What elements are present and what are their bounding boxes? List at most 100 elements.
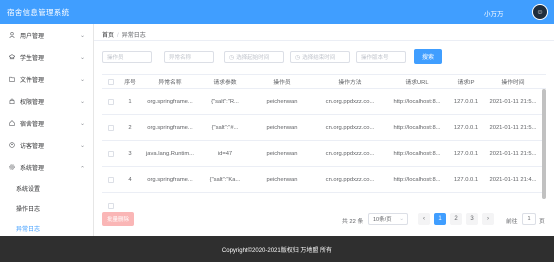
- col-header-params: 请求参数: [213, 80, 237, 86]
- sidebar-item-permissions[interactable]: 权限管理 ⌄: [0, 90, 94, 112]
- sidebar: 用户管理 ⌄ 学生管理 ⌄ 文件管理 ⌄ 权限管理 ⌄ 宿舍管理 ⌄ 访客管理 …: [0, 24, 94, 236]
- sidebar-item-label: 权限管理: [20, 99, 45, 106]
- student-icon: [9, 54, 15, 60]
- page-number: 3: [470, 216, 474, 222]
- top-header: 宿舍信息管理系统 小万万 ☺: [0, 0, 554, 24]
- col-header-exception-name: 异常名称: [158, 80, 182, 86]
- version-placeholder: 操作版本号: [361, 55, 389, 61]
- table-row[interactable]: 2 org.springframe... {"salt":"#... peich…: [102, 115, 546, 141]
- chevron-down-icon: ⌄: [80, 76, 86, 83]
- next-page-button[interactable]: ›: [482, 213, 494, 225]
- prev-page-button[interactable]: ‹: [418, 213, 430, 225]
- cell-ip: 127.0.0.1: [453, 150, 479, 157]
- table-row-partial[interactable]: [102, 193, 546, 219]
- table-row[interactable]: 4 org.springframe... {"salt":"Ka... peic…: [102, 167, 546, 193]
- cell-params: id=47: [217, 150, 233, 157]
- cell-exception-name: java.lang.Runtim...: [145, 150, 194, 157]
- goto-page-value: 1: [527, 216, 531, 222]
- breadcrumb-current: 异常日志: [121, 33, 146, 39]
- select-all-checkbox[interactable]: [108, 78, 114, 85]
- breadcrumb-home[interactable]: 首页: [102, 33, 114, 39]
- cell-time: 2021-01-11 21:5...: [489, 98, 537, 105]
- sidebar-item-users[interactable]: 用户管理 ⌄: [0, 24, 94, 46]
- table-row[interactable]: 1 org.springframe... {"salt":"R... peich…: [102, 89, 546, 115]
- sidebar-item-system[interactable]: 系统管理 ⌄: [0, 156, 94, 178]
- sidebar-item-students[interactable]: 学生管理 ⌄: [0, 46, 94, 68]
- cell-url: http://localhost:8...: [393, 98, 441, 105]
- username[interactable]: 小万万: [484, 8, 504, 18]
- copyright-text: Copyright©2020-2021版权归 万地盟 所有: [221, 247, 333, 254]
- end-time-placeholder: 选择结束时间: [302, 55, 336, 61]
- sidebar-subitem-system-settings[interactable]: 系统设置: [0, 178, 94, 198]
- gear-icon: [9, 164, 15, 170]
- cell-method: cn.org.ppdxzz.co...: [325, 124, 375, 131]
- clock-icon: ◷: [295, 54, 301, 61]
- lock-icon: [9, 98, 15, 104]
- cell-url: http://localhost:8...: [393, 124, 441, 131]
- sidebar-item-label: 访客管理: [20, 143, 45, 150]
- page-number: 2: [454, 216, 458, 222]
- col-header-url: 请求URL: [405, 80, 429, 86]
- cell-operator: peichenwan: [266, 124, 298, 131]
- cell-url: http://localhost:8...: [393, 176, 441, 183]
- cell-method: cn.org.ppdxzz.co...: [325, 176, 375, 183]
- breadcrumb-separator: /: [117, 33, 119, 39]
- batch-delete-button[interactable]: 批量删除: [102, 212, 134, 226]
- sidebar-subitem-exception-log[interactable]: 异常日志: [0, 218, 94, 238]
- version-input[interactable]: 操作版本号: [356, 51, 406, 63]
- search-button-label: 搜索: [421, 55, 434, 61]
- row-checkbox[interactable]: [108, 98, 114, 105]
- page-number: 1: [438, 216, 442, 222]
- chevron-down-icon: ⌄: [80, 32, 86, 39]
- cell-time: 2021-01-11 21:4...: [489, 176, 537, 183]
- exception-log-table: 序号 异常名称 请求参数 操作员 操作方法 请求URL 请求IP 操作时间 1 …: [102, 74, 546, 222]
- row-checkbox[interactable]: [108, 176, 114, 183]
- row-checkbox[interactable]: [108, 150, 114, 157]
- sidebar-item-files[interactable]: 文件管理 ⌄: [0, 68, 94, 90]
- end-time-picker[interactable]: ◷ 选择结束时间: [290, 51, 350, 63]
- cell-operator: peichenwan: [266, 98, 298, 105]
- page-button-1[interactable]: 1: [434, 213, 446, 225]
- cell-index: 1: [128, 98, 132, 105]
- table-row[interactable]: 3 java.lang.Runtim... id=47 peichenwan c…: [102, 141, 546, 167]
- cell-exception-name: org.springframe...: [147, 98, 193, 105]
- row-checkbox[interactable]: [108, 203, 114, 209]
- sidebar-subitem-label: 系统设置: [16, 186, 41, 193]
- col-header-ip: 请求IP: [457, 80, 475, 86]
- sidebar-item-label: 文件管理: [20, 77, 45, 84]
- search-button[interactable]: 搜索: [414, 49, 442, 64]
- sidebar-item-visitors[interactable]: 访客管理 ⌄: [0, 134, 94, 156]
- page-size-value: 10条/页: [373, 217, 392, 223]
- chevron-down-icon: ⌄: [399, 216, 404, 222]
- cell-method: cn.org.ppdxzz.co...: [325, 98, 375, 105]
- col-header-operator: 操作员: [273, 80, 291, 86]
- page-button-3[interactable]: 3: [466, 213, 478, 225]
- sidebar-subitem-label: 操作日志: [16, 206, 41, 213]
- operator-input[interactable]: 操作员: [102, 51, 152, 63]
- chevron-up-icon: ⌄: [80, 163, 86, 170]
- exception-name-input[interactable]: 异常名称: [164, 51, 214, 63]
- page-button-2[interactable]: 2: [450, 213, 462, 225]
- sidebar-item-label: 宿舍管理: [20, 121, 45, 128]
- exception-name-placeholder: 异常名称: [169, 55, 192, 61]
- sidebar-item-dormitory[interactable]: 宿舍管理 ⌄: [0, 112, 94, 134]
- sidebar-item-label: 系统管理: [20, 165, 45, 172]
- app-title: 宿舍信息管理系统: [7, 8, 70, 17]
- main-content: 首页 / 异常日志 操作员 异常名称 ◷ 选择起始时间 ◷ 选择结束时间 操作版本号 搜…: [94, 24, 554, 236]
- operator-placeholder: 操作员: [107, 55, 124, 61]
- page-size-select[interactable]: 10条/页 ⌄: [368, 213, 408, 225]
- avatar[interactable]: ☺: [532, 4, 548, 20]
- sidebar-subitem-operation-log[interactable]: 操作日志: [0, 198, 94, 218]
- select-all-cell[interactable]: [102, 75, 120, 88]
- sidebar-item-label: 学生管理: [20, 55, 45, 62]
- col-header-method: 操作方法: [338, 80, 362, 86]
- chevron-left-icon: ‹: [423, 216, 425, 222]
- cell-index: 3: [128, 150, 132, 157]
- row-checkbox[interactable]: [108, 124, 114, 131]
- cell-method: cn.org.ppdxzz.co...: [325, 150, 375, 157]
- table-scrollbar[interactable]: [542, 89, 546, 199]
- cell-time: 2021-01-11 21:5...: [489, 150, 537, 157]
- start-time-picker[interactable]: ◷ 选择起始时间: [224, 51, 284, 63]
- goto-page-input[interactable]: 1: [522, 213, 536, 225]
- cell-ip: 127.0.0.1: [453, 98, 479, 105]
